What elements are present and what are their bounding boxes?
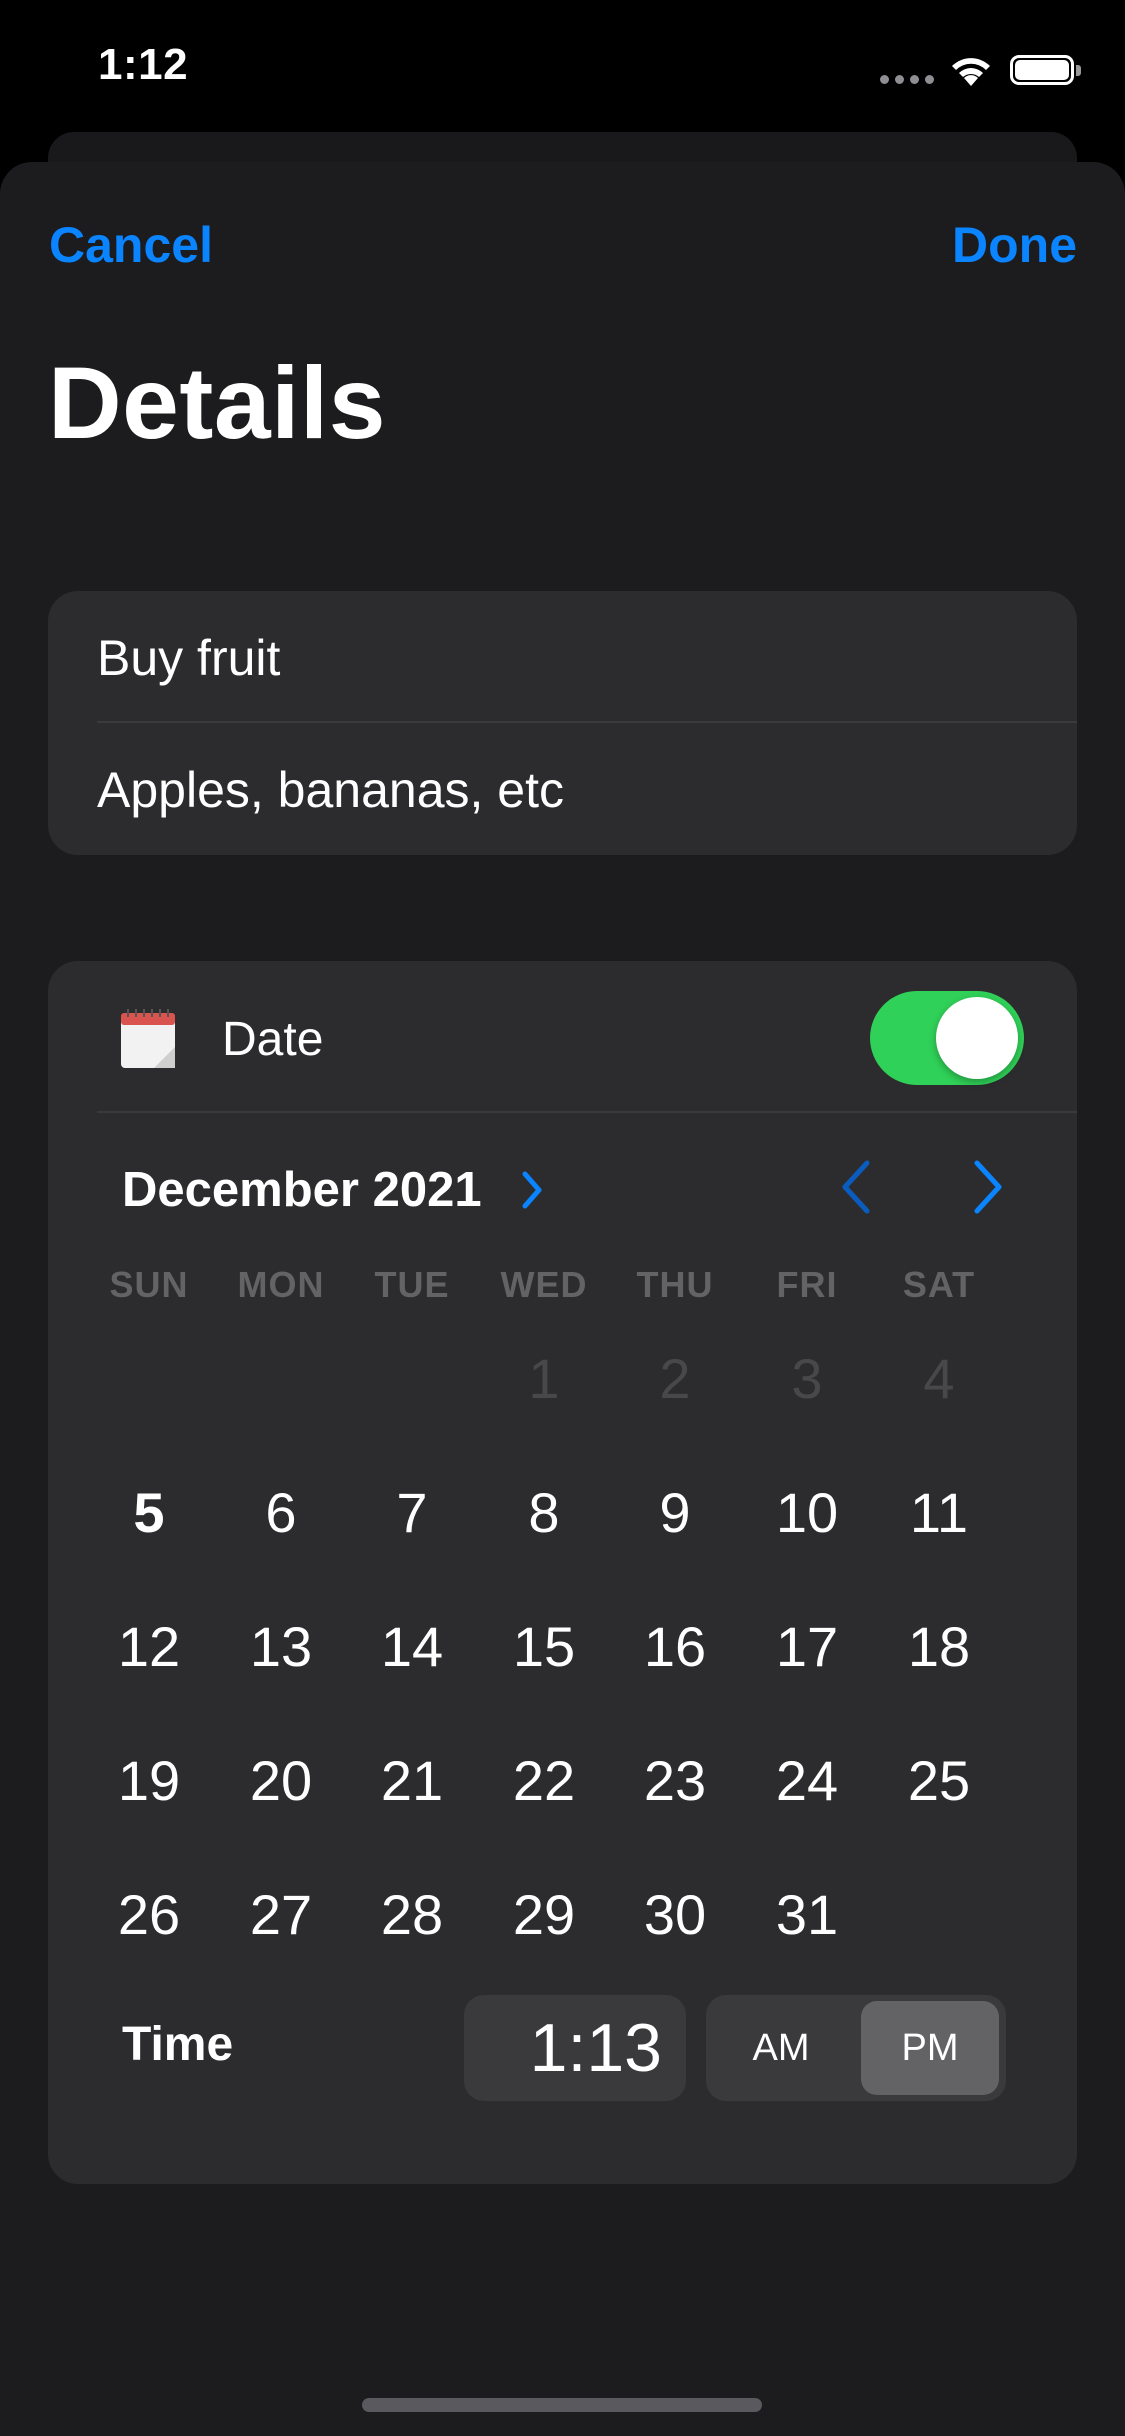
calendar-day[interactable]: 6 xyxy=(215,1447,347,1579)
weekday-fri: FRI xyxy=(776,1264,838,1305)
time-picker[interactable]: 1:13 xyxy=(464,1995,686,2101)
calendar-day[interactable]: 10 xyxy=(741,1447,873,1579)
calendar-day-unavailable[interactable]: 2 xyxy=(609,1313,741,1445)
am-segment[interactable]: AM xyxy=(706,1995,856,2101)
wifi-icon xyxy=(952,58,990,86)
calendar-day[interactable]: 14 xyxy=(346,1581,478,1713)
chevron-right-icon[interactable] xyxy=(518,1168,546,1212)
divider xyxy=(97,721,1077,723)
calendar-icon xyxy=(121,1009,175,1068)
calendar-day[interactable]: 24 xyxy=(741,1715,873,1847)
calendar-day[interactable]: 21 xyxy=(346,1715,478,1847)
calendar-day[interactable]: 30 xyxy=(609,1849,741,1981)
page-title: Details xyxy=(48,346,386,460)
calendar-day[interactable]: 23 xyxy=(609,1715,741,1847)
calendar-day[interactable]: 27 xyxy=(215,1849,347,1981)
am-pm-segmented-control: AM PM xyxy=(706,1995,1006,2101)
notes-field[interactable]: Apples, bananas, etc xyxy=(97,761,564,819)
calendar-day[interactable]: 28 xyxy=(346,1849,478,1981)
cancel-button[interactable]: Cancel xyxy=(49,216,213,274)
status-bar: 1:12 xyxy=(0,0,1125,140)
calendar-day-unavailable[interactable]: 3 xyxy=(741,1313,873,1445)
calendar-day[interactable]: 22 xyxy=(478,1715,610,1847)
reminder-text-group: Buy fruit Apples, bananas, etc xyxy=(48,591,1077,855)
calendar-day[interactable]: 11 xyxy=(873,1447,1005,1579)
cellular-signal-icon xyxy=(880,75,934,85)
calendar-day[interactable]: 19 xyxy=(83,1715,215,1847)
calendar-day[interactable]: 26 xyxy=(83,1849,215,1981)
month-year-button[interactable]: December 2021 xyxy=(122,1162,482,1218)
calendar-day[interactable]: 12 xyxy=(83,1581,215,1713)
calendar-day-unavailable[interactable]: 4 xyxy=(873,1313,1005,1445)
weekday-sat: SAT xyxy=(902,1264,976,1305)
calendar-day[interactable]: 9 xyxy=(609,1447,741,1579)
toggle-knob xyxy=(936,997,1018,1079)
calendar-day[interactable]: 18 xyxy=(873,1581,1005,1713)
weekday-thu: THU xyxy=(636,1264,714,1305)
previous-month-button[interactable] xyxy=(831,1157,881,1217)
calendar-day[interactable]: 31 xyxy=(741,1849,873,1981)
done-button[interactable]: Done xyxy=(952,216,1077,274)
weekday-mon: MON xyxy=(237,1264,325,1305)
time-value: 1:13 xyxy=(529,2010,662,2086)
calendar-day[interactable]: 17 xyxy=(741,1581,873,1713)
weekday-wed: WED xyxy=(500,1264,588,1305)
calendar-day[interactable]: 8 xyxy=(478,1447,610,1579)
date-label: Date xyxy=(222,1013,324,1066)
calendar-day[interactable]: 29 xyxy=(478,1849,610,1981)
title-field[interactable]: Buy fruit xyxy=(97,629,280,687)
calendar-day[interactable]: 20 xyxy=(215,1715,347,1847)
date-toggle[interactable] xyxy=(870,991,1024,1085)
weekday-sun: SUN xyxy=(109,1264,189,1305)
calendar-day[interactable]: 15 xyxy=(478,1581,610,1713)
calendar-day[interactable]: 16 xyxy=(609,1581,741,1713)
calendar-day-unavailable[interactable]: 1 xyxy=(478,1313,610,1445)
calendar-day[interactable]: 13 xyxy=(215,1581,347,1713)
date-group: Date December 2021 SUN MON TUE WED THU FRI SAT… xyxy=(48,961,1077,2184)
divider xyxy=(97,1111,1077,1113)
status-time: 1:12 xyxy=(98,40,189,89)
time-label: Time xyxy=(122,2018,234,2071)
calendar-day-selected[interactable]: 5 xyxy=(83,1447,215,1579)
pm-segment[interactable]: PM xyxy=(861,2001,999,2095)
weekday-tue: TUE xyxy=(374,1264,450,1305)
next-month-button[interactable] xyxy=(963,1157,1013,1217)
calendar-day[interactable]: 7 xyxy=(346,1447,478,1579)
calendar-day[interactable]: 25 xyxy=(873,1715,1005,1847)
home-indicator xyxy=(362,2398,762,2412)
